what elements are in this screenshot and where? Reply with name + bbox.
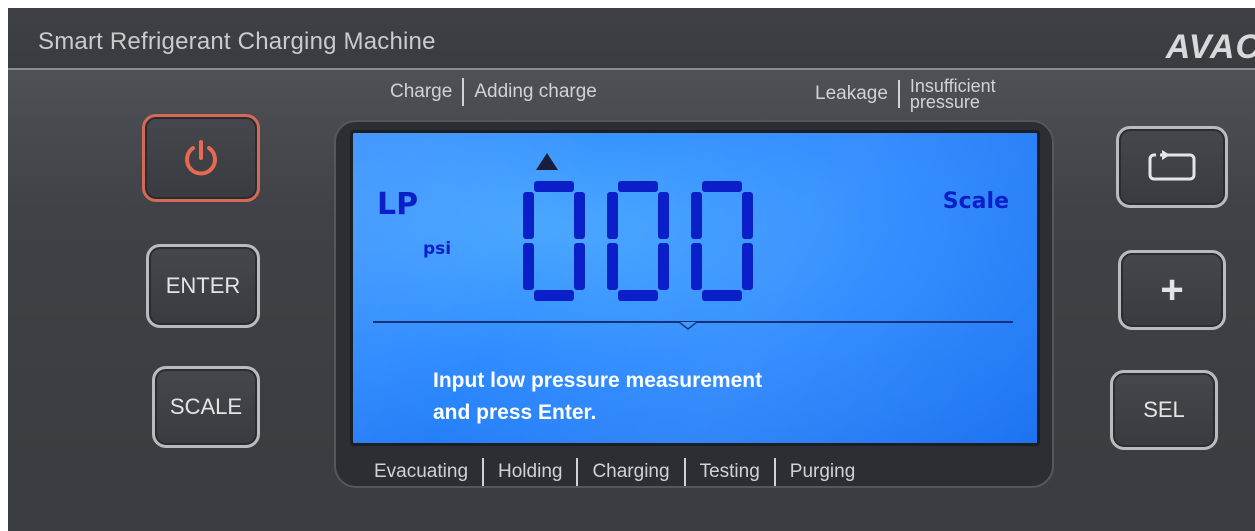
lcd-digit-1 — [523, 181, 585, 301]
status-label-purging: Purging — [789, 461, 856, 482]
segment-b — [658, 192, 669, 239]
lcd-message-line1: Input low pressure measurement — [433, 369, 763, 392]
bottom-status-labels: Evacuating Holding Charging Testing Purging — [374, 458, 855, 486]
power-button[interactable] — [142, 114, 260, 202]
lcd-message-line2: and press Enter. — [433, 401, 597, 424]
power-icon — [185, 140, 217, 176]
lcd-unit-label: psi — [423, 239, 452, 259]
segment-f — [523, 192, 534, 239]
lcd-digit-2 — [607, 181, 669, 301]
segment-e — [607, 243, 618, 290]
segment-f — [691, 192, 702, 239]
scale-button[interactable]: SCALE — [152, 366, 260, 448]
status-label-charging: Charging — [592, 461, 670, 482]
top-status-labels-right: Leakage Insufficient pressure — [815, 77, 996, 118]
label-adding-charge: Adding charge — [474, 81, 597, 102]
indicator-triangle-icon — [536, 153, 558, 170]
segment-c — [742, 243, 753, 290]
segment-a — [534, 181, 574, 192]
segment-f — [607, 192, 618, 239]
segment-c — [574, 243, 585, 290]
segment-a — [702, 181, 742, 192]
machine-title: Smart Refrigerant Charging Machine — [38, 28, 436, 55]
segment-b — [742, 192, 753, 239]
status-label-holding: Holding — [498, 461, 563, 482]
plus-button[interactable]: + — [1118, 250, 1226, 330]
lcd-instruction-message: Input low pressure measurement and press… — [433, 365, 953, 429]
label-leakage: Leakage — [815, 83, 888, 104]
label-separator — [576, 458, 579, 486]
segment-b — [574, 192, 585, 239]
lcd-digit-3 — [691, 181, 753, 301]
header-divider — [8, 68, 1255, 70]
label-separator — [462, 78, 465, 106]
segment-d — [534, 290, 574, 301]
sel-button[interactable]: SEL — [1110, 370, 1218, 450]
segment-e — [523, 243, 534, 290]
seven-segment-readout — [523, 181, 753, 301]
segment-a — [618, 181, 658, 192]
top-status-labels-left: Charge Adding charge — [390, 78, 597, 118]
label-insufficient-line2: pressure — [909, 92, 980, 112]
label-charge: Charge — [390, 81, 453, 102]
segment-d — [618, 290, 658, 301]
lcd-source-label: Scale — [942, 189, 1009, 214]
label-separator — [897, 80, 900, 108]
status-label-testing: Testing — [699, 461, 760, 482]
segment-e — [691, 243, 702, 290]
lcd-divider-notch-inner — [680, 322, 696, 328]
label-insufficient-pressure: Insufficient pressure — [909, 77, 996, 112]
label-separator — [482, 458, 485, 486]
label-separator — [683, 458, 686, 486]
label-separator — [773, 458, 776, 486]
cycle-button[interactable] — [1116, 126, 1228, 208]
enter-button[interactable]: ENTER — [146, 244, 260, 328]
segment-c — [658, 243, 669, 290]
cycle-icon — [1148, 150, 1196, 181]
lcd-mode-label: LP — [377, 187, 419, 222]
lcd-screen: LP psi Scale Input low pressure measurem… — [350, 130, 1040, 446]
status-label-evacuating: Evacuating — [374, 461, 469, 482]
brand-logo: AVAC — [1165, 28, 1255, 66]
segment-d — [702, 290, 742, 301]
